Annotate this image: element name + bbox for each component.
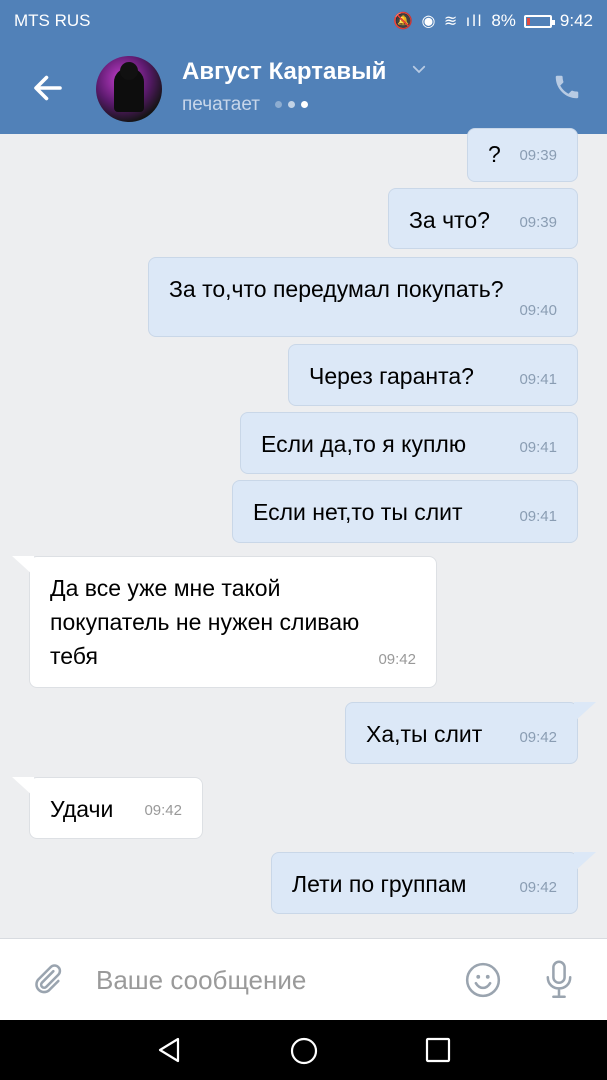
phone-icon[interactable] [552, 72, 582, 102]
arrow-left-icon[interactable] [30, 70, 66, 106]
battery-percent: 8% [491, 11, 516, 30]
typing-status: печатает [182, 94, 314, 116]
avatar[interactable] [96, 56, 162, 122]
message-outgoing[interactable]: ? 09:39 [467, 128, 578, 182]
message-outgoing[interactable]: За то,что передумал покупать? 09:40 [148, 257, 578, 337]
typing-dots-icon [275, 94, 314, 116]
bubble-tail [12, 777, 34, 797]
paperclip-icon[interactable] [30, 961, 64, 997]
message-outgoing[interactable]: Если нет,то ты слит 09:41 [232, 480, 578, 543]
message-outgoing[interactable]: Лети по группам 09:42 [271, 852, 578, 914]
contact-name[interactable]: Август Картавый [182, 58, 386, 86]
nav-back-icon[interactable] [156, 1036, 182, 1064]
nav-recent-icon[interactable] [425, 1037, 451, 1063]
chat-header: Август Картавый печатает [0, 42, 607, 134]
chevron-down-icon[interactable] [410, 60, 428, 78]
message-outgoing[interactable]: Через гаранта? 09:41 [288, 344, 578, 406]
smile-icon[interactable] [464, 961, 502, 999]
battery-icon [523, 14, 555, 28]
mic-icon[interactable] [542, 959, 576, 1001]
message-outgoing[interactable]: За что? 09:39 [388, 188, 578, 249]
message-outgoing[interactable]: Если да,то я куплю 09:41 [240, 412, 578, 474]
carrier-label: MTS RUS [14, 11, 91, 30]
bubble-tail [574, 702, 596, 722]
bubble-tail [574, 852, 596, 872]
message-outgoing[interactable]: Ха,ты слит 09:42 [345, 702, 578, 764]
status-icons: 🔕 ◉ ≋ ıll [393, 13, 484, 30]
bubble-tail [12, 556, 34, 576]
system-nav-bar [0, 1020, 607, 1080]
nav-home-icon[interactable] [289, 1036, 319, 1066]
status-bar: MTS RUS 🔕 ◉ ≋ ıll 8% 9:42 [0, 0, 607, 42]
message-input[interactable]: Ваше сообщение [96, 965, 306, 996]
message-composer: Ваше сообщение [0, 938, 607, 1021]
message-incoming[interactable]: Удачи 09:42 [29, 777, 203, 839]
message-incoming[interactable]: Да все уже мне такой покупатель не нужен… [29, 556, 437, 688]
clock: 9:42 [559, 11, 593, 30]
